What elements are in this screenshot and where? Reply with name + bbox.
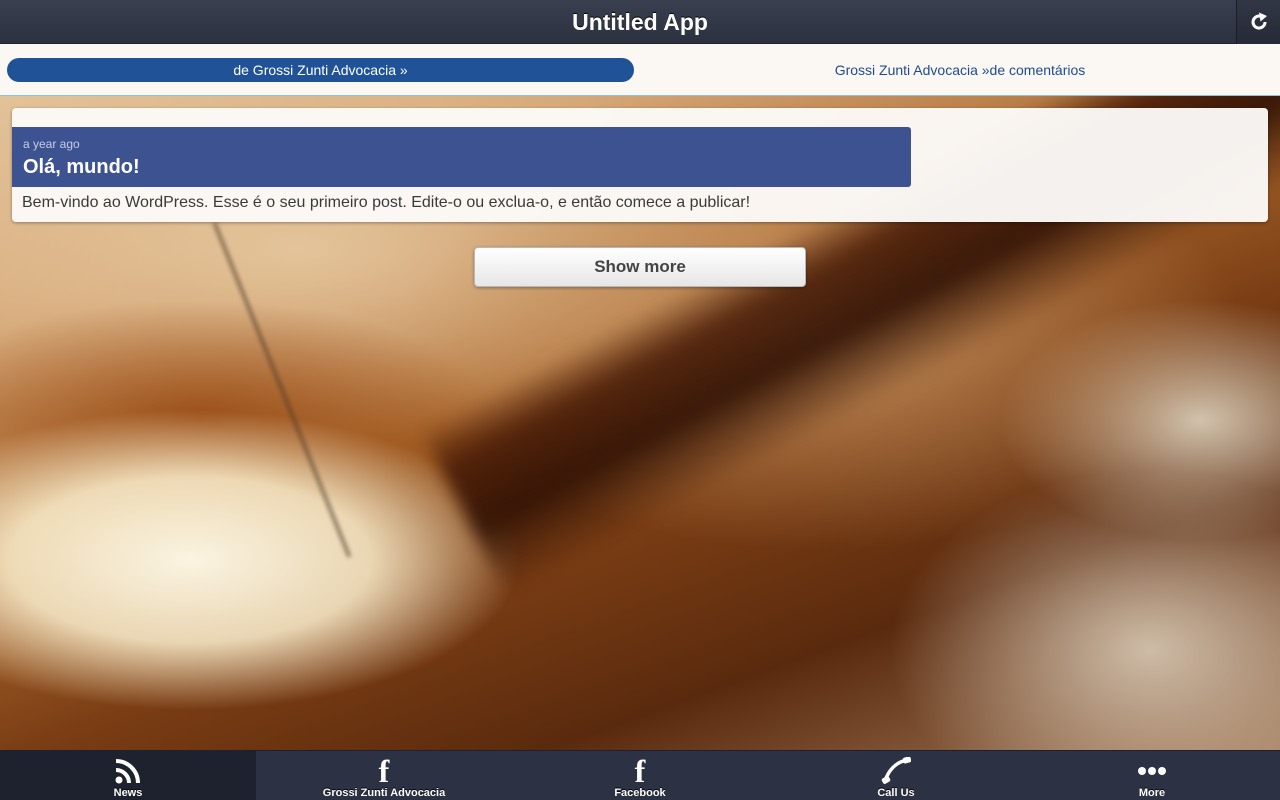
tab-more[interactable]: More [1024, 751, 1280, 800]
tab-facebook[interactable]: f Facebook [512, 751, 768, 800]
refresh-icon [1251, 12, 1267, 30]
post-card[interactable]: a year ago Olá, mundo! Bem-vindo ao Word… [12, 108, 1268, 222]
more-icon [1138, 767, 1166, 775]
show-more-button[interactable]: Show more [474, 247, 806, 287]
phone-icon [881, 757, 911, 784]
app-title: Untitled App [572, 9, 708, 35]
tab-label: Facebook [614, 787, 666, 799]
segment-posts[interactable]: de Grossi Zunti Advocacia » [7, 58, 634, 82]
tab-grossi-zunti[interactable]: f Grossi Zunti Advocacia [256, 751, 512, 800]
tab-label: Call Us [877, 787, 915, 799]
facebook-icon: f [378, 753, 390, 789]
post-title: Olá, mundo! [23, 156, 140, 178]
post-header: a year ago Olá, mundo! [12, 127, 911, 187]
tab-label: More [1138, 787, 1166, 799]
post-excerpt: Bem-vindo ao WordPress. Esse é o seu pri… [22, 194, 751, 211]
app-header: Untitled App [0, 0, 1280, 44]
bottom-tab-bar: News f Grossi Zunti Advocacia f Facebook… [0, 750, 1280, 800]
post-date: a year ago [23, 137, 80, 151]
refresh-button[interactable] [1236, 0, 1280, 44]
tab-news[interactable]: News [0, 751, 256, 800]
tab-label: Grossi Zunti Advocacia [322, 787, 446, 799]
rss-icon [115, 759, 140, 784]
segment-comments[interactable]: Grossi Zunti Advocacia »de comentários [640, 58, 1280, 82]
tab-label: News [113, 787, 143, 799]
facebook-icon: f [634, 753, 646, 789]
feed-segmented-control: de Grossi Zunti Advocacia » Grossi Zunti… [0, 44, 1280, 96]
tab-call-us[interactable]: Call Us [768, 751, 1024, 800]
